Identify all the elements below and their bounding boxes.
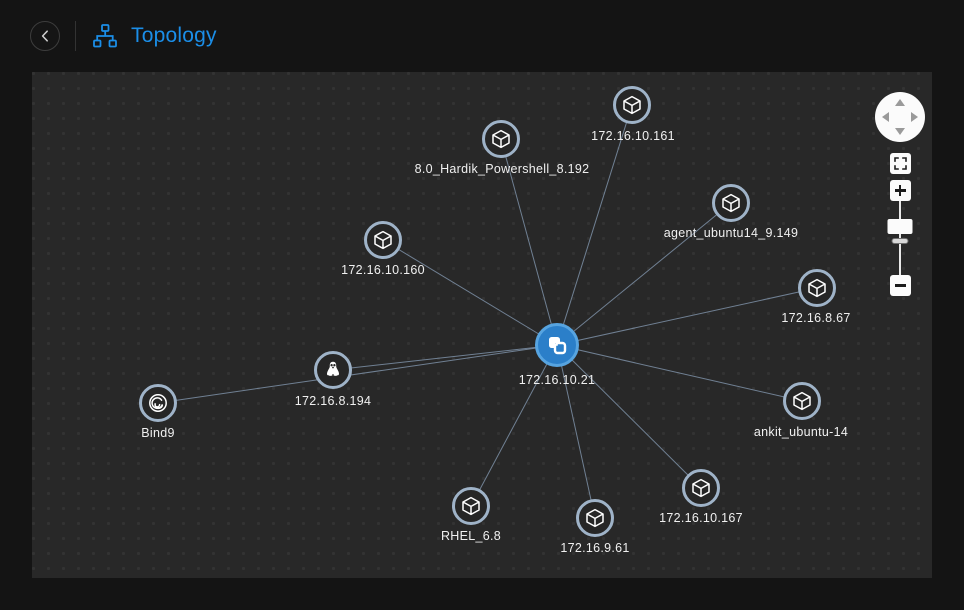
zoom-slider[interactable]	[887, 180, 913, 296]
fit-to-screen-button[interactable]	[889, 153, 911, 174]
vcenter-icon	[549, 337, 567, 355]
topology-node-172.16.10.161[interactable]	[613, 86, 651, 124]
topology-node-172.16.10.160[interactable]	[364, 221, 402, 259]
cube-icon	[492, 129, 510, 149]
topology-node-172.16.10.167[interactable]	[682, 469, 720, 507]
cube-icon	[808, 278, 826, 298]
topology-edge	[332, 344, 558, 371]
pan-disc[interactable]	[875, 92, 925, 142]
topology-node-ankit_ubuntu-14[interactable]	[783, 382, 821, 420]
zoom-slider-grip[interactable]	[891, 238, 909, 244]
cube-icon	[586, 508, 604, 528]
pan-up-arrow-icon[interactable]	[895, 99, 905, 106]
topology-edge	[382, 239, 558, 346]
topology-edge	[556, 344, 596, 519]
topology-edge	[556, 202, 732, 346]
zoom-slider-handle[interactable]	[887, 219, 913, 234]
page-title: Topology	[131, 24, 217, 47]
header-divider	[75, 21, 76, 51]
zoom-out-button[interactable]	[889, 275, 911, 296]
fit-to-screen-icon	[893, 157, 907, 170]
viewport-controls	[870, 92, 930, 296]
topology-edge	[556, 287, 818, 346]
pan-left-arrow-icon[interactable]	[882, 112, 889, 122]
cube-icon	[374, 230, 392, 250]
bind9-spiral-icon	[149, 394, 167, 412]
pan-down-arrow-icon[interactable]	[895, 128, 905, 135]
page-header: Topology	[0, 0, 964, 72]
topology-node-agent_ubuntu14_9.149[interactable]	[712, 184, 750, 222]
topology-canvas[interactable]: 172.16.10.21 172.16.10.161 8.0_Hardik_Powe…	[32, 72, 932, 578]
cube-icon	[623, 95, 641, 115]
chevron-left-icon	[41, 30, 48, 42]
topology-edge	[556, 104, 633, 346]
cube-icon	[722, 193, 740, 213]
cube-icon	[793, 391, 811, 411]
linux-penguin-icon	[326, 361, 340, 376]
center-node-172.16.10.21[interactable]	[535, 323, 579, 367]
topology-edge	[470, 344, 558, 507]
cube-icon	[692, 478, 710, 498]
cube-icon	[462, 496, 480, 516]
topology-node-172.16.8.67[interactable]	[798, 269, 836, 307]
topology-edge	[556, 344, 803, 402]
topology-edge	[157, 344, 558, 404]
back-button[interactable]	[30, 21, 60, 51]
topology-node-RHEL_6.8[interactable]	[452, 487, 490, 525]
topology-edge	[556, 344, 702, 489]
topology-edge	[500, 138, 558, 346]
topology-node-Bind9[interactable]	[139, 384, 177, 422]
sitemap-icon	[93, 24, 117, 48]
topology-node-172.16.9.61[interactable]	[576, 499, 614, 537]
zoom-in-button[interactable]	[889, 180, 911, 201]
minus-icon	[894, 284, 906, 287]
pan-right-arrow-icon[interactable]	[911, 112, 918, 122]
topology-node-172.16.8.194[interactable]	[314, 351, 352, 389]
topology-node-8.0_Hardik_Powershell_8.192[interactable]	[482, 120, 520, 158]
